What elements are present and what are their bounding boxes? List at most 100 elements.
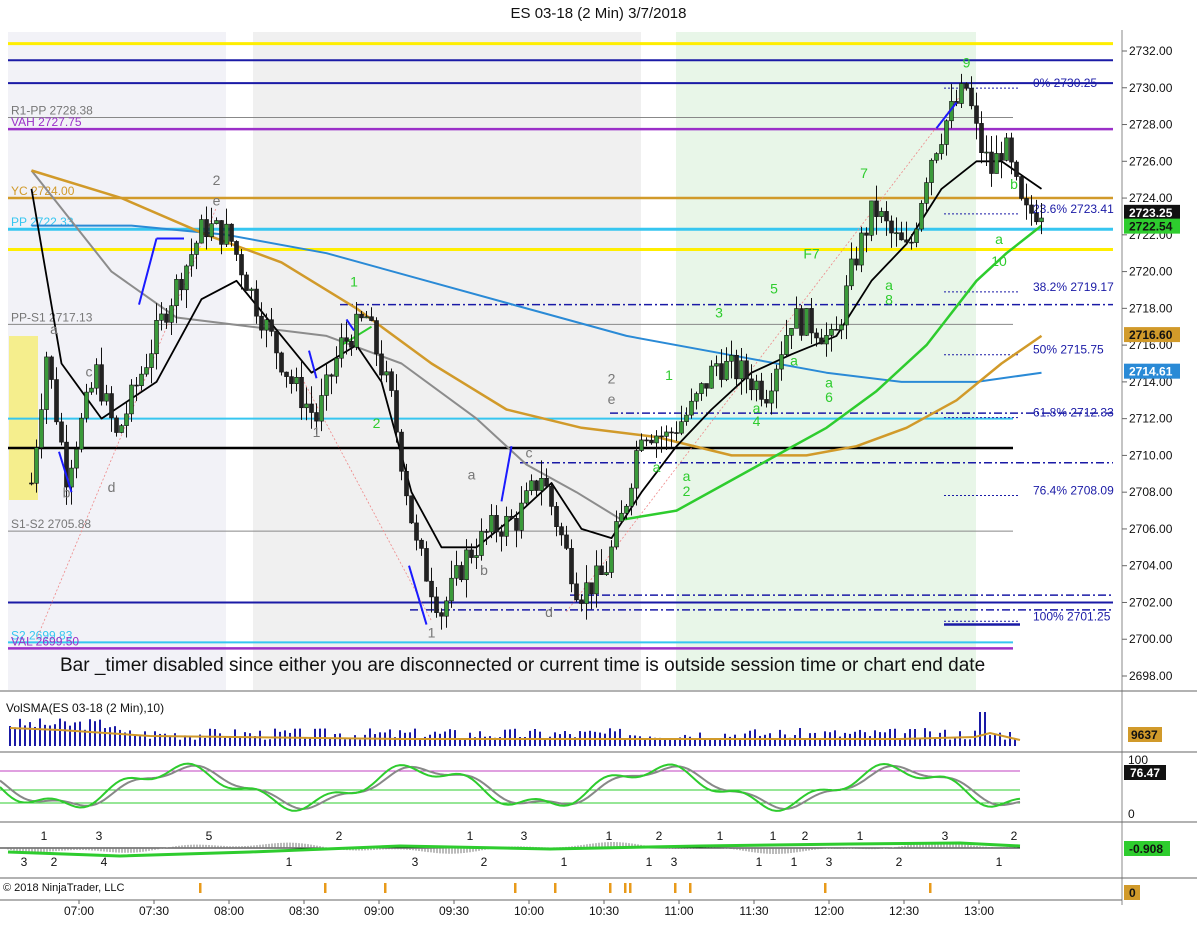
candle-body: [704, 383, 709, 389]
candle-body: [739, 360, 744, 380]
candle-body: [249, 288, 254, 291]
osc-upper-label-1: 3: [96, 829, 103, 843]
candle-body: [229, 223, 234, 242]
candle-body: [29, 482, 34, 485]
candle-body: [164, 313, 169, 323]
swing-label-7: 1: [350, 273, 358, 289]
candle-body: [634, 450, 639, 489]
price-badge-0: 2723.25: [1129, 206, 1173, 220]
candle-body: [349, 340, 354, 348]
price-badge-1: 2722.54: [1129, 220, 1173, 234]
chart-canvas[interactable]: R1-PP 2728.38VAH 2727.75YC 2724.00PP 272…: [0, 0, 1197, 952]
candle-body: [869, 200, 874, 236]
candle-body: [874, 200, 879, 217]
swing-label-11: b: [480, 562, 488, 578]
alert-tick-5: [609, 883, 612, 893]
candle-body: [509, 515, 514, 519]
candle-body: [844, 285, 849, 326]
candle-body: [909, 241, 914, 244]
candle-body: [719, 363, 724, 380]
candle-body: [964, 83, 969, 89]
candle-body: [224, 223, 229, 245]
candle-body: [659, 435, 664, 438]
candle-body: [699, 383, 704, 394]
y-tick-label-1: 2730.00: [1129, 81, 1173, 95]
candle-body: [894, 232, 899, 235]
osc-badge: -0.908: [1129, 842, 1163, 856]
swing-label-32: b: [1010, 176, 1018, 192]
candle-body: [119, 425, 124, 433]
candle-body: [769, 390, 774, 404]
y-tick-label-3: 2726.00: [1129, 154, 1173, 168]
candle-body: [279, 352, 284, 373]
candle-body: [239, 254, 244, 276]
candle-body: [879, 211, 884, 217]
candle-body: [234, 241, 239, 255]
candle-body: [464, 549, 469, 581]
copyright-text: © 2018 NinjaTrader, LLC: [3, 882, 125, 894]
candle-body: [159, 313, 164, 321]
candle-body: [319, 395, 324, 422]
swing-label-22: 4: [753, 413, 761, 429]
price-axis: 2732.00 2730.00 2728.00 2726.00 2724.00 2722.…: [1122, 44, 1173, 683]
x-tick-label-4: 09:00: [364, 904, 394, 918]
alert-tick-9: [689, 883, 692, 893]
candle-body: [884, 211, 889, 222]
candle-body: [959, 83, 964, 104]
candle-body: [864, 232, 869, 236]
candle-body: [609, 546, 614, 573]
candle-body: [784, 334, 789, 355]
y-tick-label-13: 2706.00: [1129, 522, 1173, 536]
candle-body: [204, 219, 209, 238]
candle-body: [834, 328, 839, 331]
candle-body: [449, 577, 454, 602]
candle-body: [84, 391, 89, 419]
candle-body: [924, 182, 929, 204]
time-axis: 07:00 07:30 08:00 08:30 09:00 09:30 10:00 10:30…: [64, 900, 994, 918]
candle-body: [519, 502, 524, 531]
candle-body: [454, 565, 459, 579]
candle-body: [929, 159, 934, 183]
candle-body: [504, 515, 509, 537]
y-tick-label-10: 2712.00: [1129, 412, 1173, 426]
candle-body: [989, 151, 994, 174]
candle-body: [714, 363, 719, 367]
candle-body: [94, 364, 99, 389]
candle-body: [399, 431, 404, 472]
swing-label-23: 5: [770, 281, 778, 297]
swing-label-30: 8: [885, 292, 893, 308]
candle-body: [674, 432, 679, 434]
candle-body: [269, 319, 274, 332]
candle-body: [779, 354, 784, 370]
swing-label-33: a: [995, 231, 1003, 247]
swing-label-12: c: [526, 444, 533, 460]
x-tick-label-12: 13:00: [964, 904, 994, 918]
osc-lower-label-3: 1: [286, 855, 293, 869]
alert-tick-11: [929, 883, 932, 893]
candle-body: [199, 219, 204, 244]
volume-panel: [9, 712, 1021, 746]
candle-body: [479, 531, 484, 556]
candle-body: [124, 413, 129, 426]
osc-lower-label-12: 2: [896, 855, 903, 869]
candle-body: [304, 403, 309, 409]
candle-body: [974, 105, 979, 124]
alert-tick-4: [554, 883, 557, 893]
fib-label-2: 38.2% 2719.17: [1033, 280, 1114, 294]
swing-label-27: 6: [825, 389, 833, 405]
candle-body: [804, 308, 809, 336]
candle-body: [979, 123, 984, 153]
candle-body: [214, 220, 219, 224]
candle-body: [439, 612, 444, 617]
candle-body: [384, 371, 389, 376]
osc-lower-label-10: 1: [791, 855, 798, 869]
candle-body: [589, 582, 594, 595]
candle-body: [849, 258, 854, 287]
candle-body: [99, 364, 104, 402]
alert-tick-10: [824, 883, 827, 893]
candle-body: [694, 393, 699, 402]
swing-label-13: d: [545, 604, 553, 620]
candle-body: [969, 87, 974, 107]
alert-tick-7: [629, 883, 632, 893]
swing-label-26: a: [825, 374, 833, 390]
